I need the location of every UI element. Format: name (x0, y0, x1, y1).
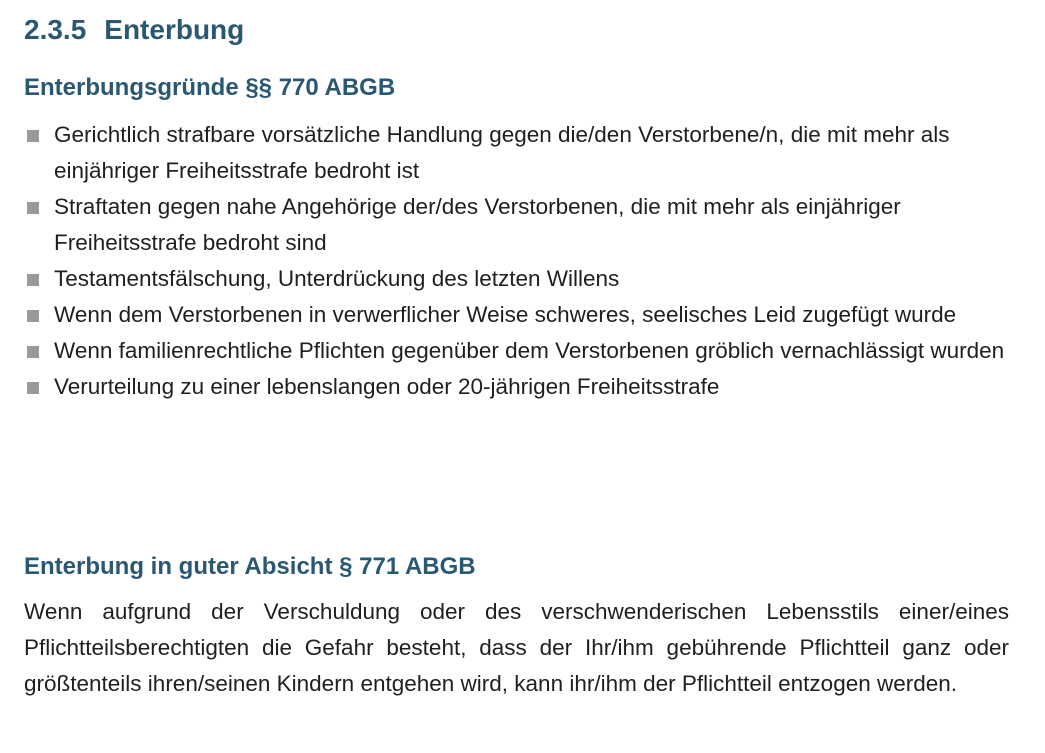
list-item-text: Verurteilung zu einer lebenslangen oder … (54, 374, 720, 399)
grounds-list: Gerichtlich strafbare vorsätzliche Handl… (24, 117, 1014, 405)
square-bullet-icon (27, 346, 39, 358)
list-item-text: Gerichtlich strafbare vorsätzliche Handl… (54, 122, 950, 183)
document-page: 2.3.5 Enterbung Enterbungsgründe §§ 770 A… (0, 0, 1045, 753)
list-item-text: Wenn familienrechtliche Pflichten gegenü… (54, 338, 1005, 363)
square-bullet-icon (27, 310, 39, 322)
square-bullet-icon (27, 202, 39, 214)
list-item: Verurteilung zu einer lebenslangen oder … (24, 369, 1014, 405)
section-title: 2.3.5 Enterbung (24, 14, 244, 46)
list-item: Wenn familienrechtliche Pflichten gegenü… (24, 333, 1014, 369)
list-item: Wenn dem Verstorbenen in verwerflicher W… (24, 297, 1014, 333)
list-item: Testamentsfälschung, Unterdrückung des l… (24, 261, 1014, 297)
list-item: Straftaten gegen nahe Angehörige der/des… (24, 189, 1014, 261)
section-heading: Enterbung (104, 14, 245, 45)
square-bullet-icon (27, 274, 39, 286)
good-intent-heading: Enterbung in guter Absicht § 771 ABGB (24, 553, 476, 580)
square-bullet-icon (27, 382, 39, 394)
good-intent-paragraph: Wenn aufgrund der Verschuldung oder des … (24, 599, 1009, 696)
square-bullet-icon (27, 130, 39, 142)
grounds-heading: Enterbungsgründe §§ 770 ABGB (24, 74, 396, 101)
list-item: Gerichtlich strafbare vorsätzliche Handl… (24, 117, 1014, 189)
section-number: 2.3.5 (24, 14, 87, 45)
list-item-text: Wenn dem Verstorbenen in verwerflicher W… (54, 302, 957, 327)
list-item-text: Testamentsfälschung, Unterdrückung des l… (54, 266, 620, 291)
list-item-text: Straftaten gegen nahe Angehörige der/des… (54, 194, 901, 255)
